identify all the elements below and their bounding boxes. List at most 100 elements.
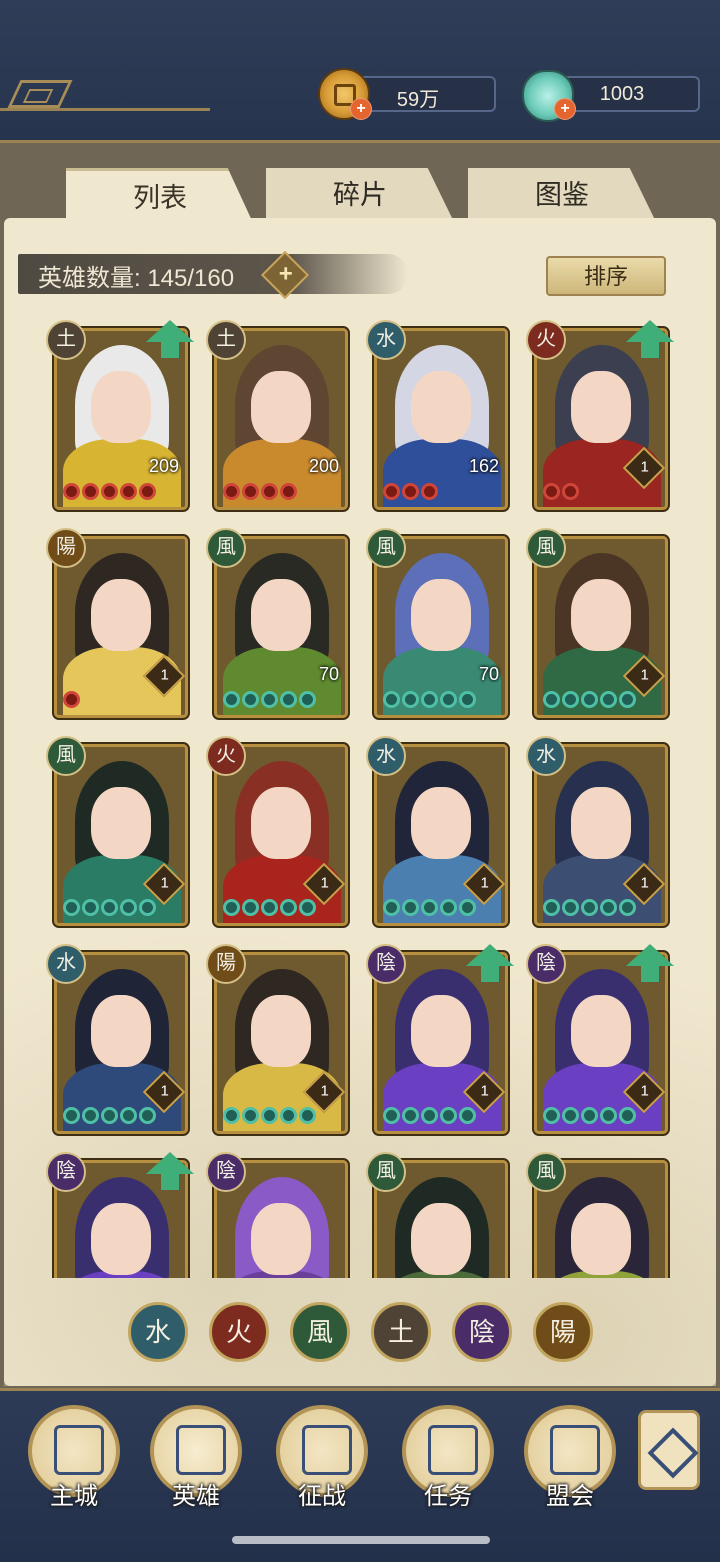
element-yang-icon: 陽 (206, 944, 246, 984)
element-wind-icon: 風 (526, 1152, 566, 1192)
star-icon (421, 483, 438, 500)
add-jade-button[interactable]: + (554, 98, 576, 120)
star-icon (619, 899, 636, 916)
star-icon (299, 899, 316, 916)
star-icon (459, 899, 476, 916)
hero-face (91, 371, 151, 443)
star-icon (383, 691, 400, 708)
star-icon (101, 483, 118, 500)
star-icon (63, 691, 80, 708)
star-icon (280, 691, 297, 708)
filter-yin-button[interactable]: 陰 (452, 1302, 512, 1362)
nav-heroes-label: 英雄 (172, 1483, 220, 1510)
star-rating (223, 1107, 316, 1127)
star-icon (383, 1107, 400, 1124)
element-wind-icon: 風 (206, 528, 246, 568)
element-water-icon: 水 (46, 944, 86, 984)
hero-face (91, 579, 151, 651)
star-icon (562, 899, 579, 916)
add-coins-button[interactable]: + (350, 98, 372, 120)
plus-icon: + (278, 260, 293, 288)
filter-water-button[interactable]: 水 (128, 1302, 188, 1362)
star-icon (440, 1107, 457, 1124)
hero-grid-viewport[interactable]: 209 土 200 土 162 水 1 火 1 陽 70 風 70 風 1 風 1 風 1 火 1 水 1 水 1 水 1 陽 1 陰 1 陰… (0, 300, 720, 1278)
star-icon (242, 691, 259, 708)
star-icon (619, 691, 636, 708)
element-earth-icon: 土 (46, 320, 86, 360)
star-icon (120, 1107, 137, 1124)
decorative-line (0, 108, 210, 111)
hero-level: 1 (640, 874, 649, 892)
star-icon (581, 1107, 598, 1124)
star-icon (383, 483, 400, 500)
star-icon (139, 1107, 156, 1124)
filter-fire-button[interactable]: 火 (209, 1302, 269, 1362)
star-icon (299, 1107, 316, 1124)
element-yin-icon: 陰 (46, 1152, 86, 1192)
star-icon (402, 899, 419, 916)
upgrade-arrow-icon (626, 944, 674, 984)
filter-earth-button[interactable]: 土 (371, 1302, 431, 1362)
nav-quests-label: 任务 (424, 1483, 472, 1510)
star-icon (421, 691, 438, 708)
star-icon (261, 691, 278, 708)
tab-fragments[interactable]: 碎片 (266, 168, 454, 222)
star-rating (63, 899, 156, 919)
star-rating (383, 483, 438, 503)
star-rating (383, 1107, 476, 1127)
nav-campaign-label: 征战 (298, 1483, 346, 1510)
element-wind-icon: 風 (526, 528, 566, 568)
star-icon (562, 1107, 579, 1124)
hero-face (411, 995, 471, 1067)
star-icon (63, 483, 80, 500)
filter-yang-button[interactable]: 陽 (533, 1302, 593, 1362)
star-icon (440, 691, 457, 708)
star-icon (101, 1107, 118, 1124)
home-indicator (232, 1536, 490, 1544)
star-icon (581, 899, 598, 916)
star-icon (402, 691, 419, 708)
sort-button[interactable]: 排序 (546, 256, 666, 296)
hero-level: 1 (160, 1082, 169, 1100)
element-yin-icon: 陰 (526, 944, 566, 984)
main-city-icon (54, 1425, 104, 1475)
tab-list[interactable]: 列表 (66, 168, 254, 225)
hero-grid: 209 土 200 土 162 水 1 火 1 陽 70 風 70 風 1 風 1 風 1 火 1 水 1 水 1 水 1 陽 1 陰 1 陰… (0, 300, 720, 1278)
hero-face (251, 1203, 311, 1275)
star-rating (223, 899, 316, 919)
hero-level: 162 (468, 456, 499, 476)
star-icon (242, 899, 259, 916)
star-icon (299, 691, 316, 708)
hero-face (571, 1203, 631, 1275)
upgrade-arrow-icon (146, 320, 194, 360)
star-icon (82, 899, 99, 916)
star-icon (459, 1107, 476, 1124)
top-bar: 59万 + 1003 + (0, 0, 720, 143)
element-fire-icon: 火 (526, 320, 566, 360)
star-rating (543, 483, 579, 503)
star-rating (543, 899, 636, 919)
star-icon (82, 483, 99, 500)
hero-portrait (377, 331, 505, 507)
star-icon (383, 899, 400, 916)
star-icon (280, 483, 297, 500)
filter-wind-button[interactable]: 風 (290, 1302, 350, 1362)
star-icon (261, 1107, 278, 1124)
upgrade-arrow-icon (466, 944, 514, 984)
hero-face (251, 371, 311, 443)
hero-level: 1 (480, 874, 489, 892)
hero-face (251, 579, 311, 651)
hero-level: 1 (640, 458, 649, 476)
star-rating (63, 1107, 156, 1127)
more-menu-button[interactable] (638, 1410, 700, 1490)
hero-count-label: 英雄数量: 145/160 (38, 265, 235, 292)
nav-guild-label: 盟会 (546, 1483, 594, 1510)
hero-level: 1 (480, 1082, 489, 1100)
tab-codex[interactable]: 图鉴 (468, 168, 656, 222)
star-icon (139, 899, 156, 916)
hero-face (571, 995, 631, 1067)
star-icon (223, 1107, 240, 1124)
element-water-icon: 水 (366, 736, 406, 776)
hero-level: 209 (148, 456, 179, 476)
star-icon (223, 899, 240, 916)
